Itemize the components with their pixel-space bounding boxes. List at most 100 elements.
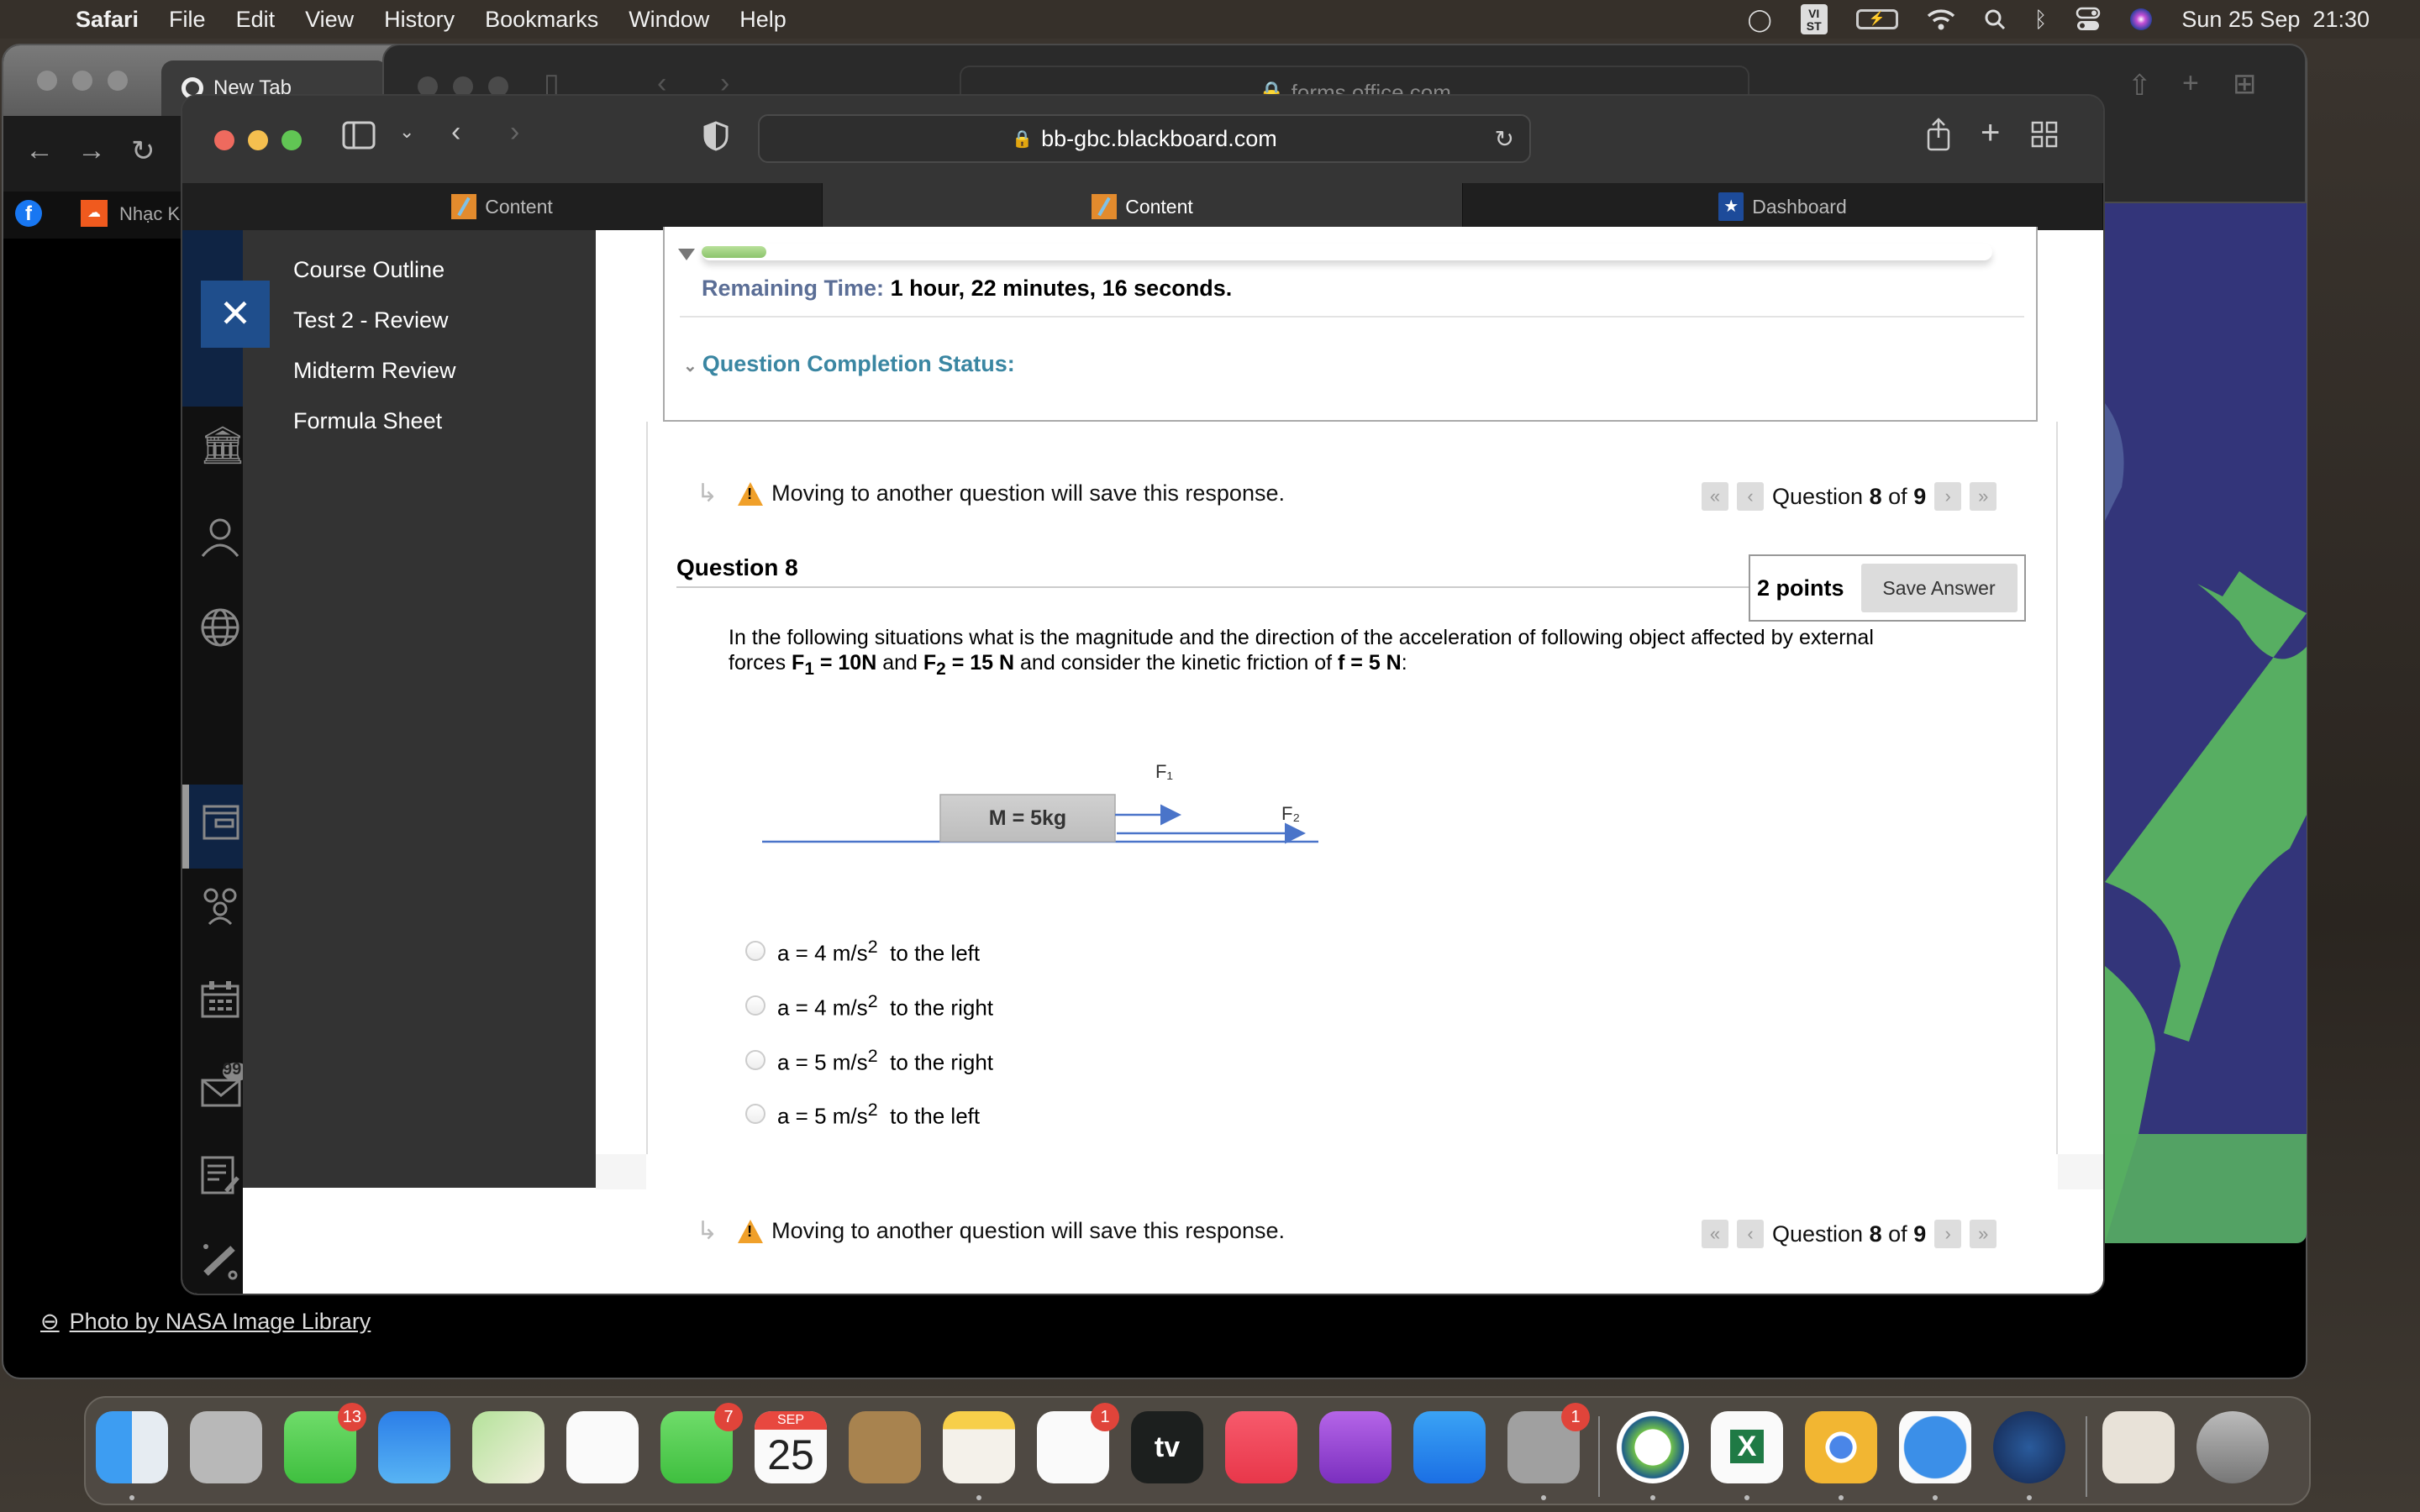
tab-overview-icon[interactable] — [2031, 121, 2058, 155]
dock-document-icon[interactable] — [2102, 1411, 2175, 1483]
next-question-button[interactable]: › — [1934, 482, 1962, 511]
collapse-triangle-icon[interactable] — [678, 249, 695, 260]
menu-help[interactable]: Help — [724, 7, 802, 33]
dock-contacts-icon[interactable] — [849, 1411, 921, 1483]
dock-app-store-icon[interactable] — [1413, 1411, 1486, 1483]
radio-button[interactable] — [745, 995, 765, 1016]
sidebar-chevron-icon[interactable]: ⌄ — [399, 121, 414, 143]
dock-webex-icon[interactable] — [1617, 1411, 1689, 1483]
dock-mail-icon[interactable] — [378, 1411, 450, 1483]
reload-icon[interactable]: ↻ — [1495, 125, 1514, 153]
menu-item-test-2-review[interactable]: Test 2 - Review — [293, 307, 449, 333]
tools-icon[interactable] — [199, 1238, 250, 1289]
radio-button[interactable] — [745, 1050, 765, 1071]
soundcloud-bookmark-icon[interactable]: ☁ — [81, 200, 108, 227]
dock-reminders-icon[interactable]: 1 — [1037, 1403, 1119, 1483]
globe-icon[interactable] — [199, 606, 250, 658]
previous-question-button[interactable]: ‹ — [1737, 482, 1764, 511]
dock-maps-icon[interactable] — [472, 1411, 544, 1483]
sidebar-toggle-icon[interactable] — [342, 121, 376, 157]
bookmark-label[interactable]: Nhạc K — [119, 203, 180, 225]
answer-option-3[interactable]: a = 5 m/s2 to the right — [745, 1045, 993, 1076]
share-icon[interactable] — [1926, 118, 1951, 159]
answer-option-4[interactable]: a = 5 m/s2 to the left — [745, 1099, 980, 1130]
dock-steam-icon[interactable] — [1993, 1411, 2065, 1483]
tab-overview-icon[interactable]: ⊞ — [2233, 67, 2257, 101]
close-menu-button[interactable]: ✕ — [201, 281, 270, 348]
bluetooth-icon[interactable]: ᛒ — [2034, 7, 2048, 33]
next-question-button[interactable]: › — [1934, 1220, 1962, 1248]
clock[interactable]: Sun 25 Sep 21:30 — [2181, 7, 2370, 33]
minimize-button[interactable] — [72, 71, 92, 91]
messages-icon[interactable]: 99 — [199, 1060, 250, 1118]
radio-button[interactable] — [745, 1104, 765, 1125]
dock-launchpad-icon[interactable] — [190, 1411, 262, 1483]
dock-calendar-icon[interactable]: SEP 25 — [755, 1411, 827, 1483]
forward-icon[interactable]: › — [510, 116, 519, 149]
menu-edit[interactable]: Edit — [221, 7, 291, 33]
first-question-button[interactable]: « — [1702, 1220, 1728, 1248]
dock-notes-icon[interactable] — [943, 1411, 1015, 1483]
dock-chrome-icon[interactable] — [1805, 1411, 1877, 1483]
battery-icon[interactable]: ⚡ — [1855, 9, 1898, 29]
previous-question-button[interactable]: ‹ — [1737, 1220, 1764, 1248]
back-arrow-icon[interactable]: ← — [25, 134, 54, 167]
zoom-button[interactable] — [108, 71, 128, 91]
share-icon[interactable]: ⇧ — [2128, 69, 2152, 102]
facebook-bookmark-icon[interactable]: f — [15, 200, 42, 227]
menu-app-name[interactable]: Safari — [60, 7, 154, 33]
forward-arrow-icon[interactable]: → — [77, 134, 106, 167]
grades-icon[interactable] — [199, 1154, 250, 1205]
dock-music-icon[interactable] — [1225, 1411, 1297, 1483]
first-question-button[interactable]: « — [1702, 482, 1728, 511]
menu-bookmarks[interactable]: Bookmarks — [470, 7, 613, 33]
question-completion-status-toggle[interactable]: ⌄ Question Completion Status: — [683, 351, 1015, 377]
reload-icon[interactable]: ↻ — [131, 134, 155, 168]
input-source-icon[interactable]: VI ST — [1800, 4, 1828, 34]
photo-credit-text[interactable]: Photo by NASA Image Library — [70, 1309, 371, 1335]
dock-excel-icon[interactable]: X — [1711, 1411, 1783, 1483]
wifi-icon[interactable] — [1927, 8, 1955, 31]
spotlight-search-icon[interactable] — [1984, 8, 2006, 30]
minimize-window-button[interactable] — [248, 130, 268, 150]
menu-item-formula-sheet[interactable]: Formula Sheet — [293, 408, 442, 434]
dock-podcasts-icon[interactable] — [1319, 1411, 1392, 1483]
save-answer-button[interactable]: Save Answer — [1860, 564, 2018, 612]
last-question-button[interactable]: » — [1970, 482, 1997, 511]
tab-content-2[interactable]: Content — [823, 183, 1463, 230]
groups-icon[interactable] — [199, 885, 250, 937]
siri-icon[interactable] — [2129, 8, 2153, 31]
close-button[interactable] — [37, 71, 57, 91]
courses-icon[interactable] — [199, 801, 250, 853]
dock-facetime-icon[interactable]: 7 — [660, 1403, 743, 1483]
control-center-icon[interactable] — [2075, 7, 2101, 32]
privacy-shield-icon[interactable] — [703, 121, 729, 159]
menu-view[interactable]: View — [290, 7, 369, 33]
close-window-button[interactable] — [214, 130, 234, 150]
calendar-icon[interactable] — [199, 978, 250, 1029]
dock-trash-icon[interactable] — [2196, 1411, 2269, 1483]
zoom-window-button[interactable] — [281, 130, 302, 150]
menu-item-course-outline[interactable]: Course Outline — [293, 257, 445, 283]
last-question-button[interactable]: » — [1970, 1220, 1997, 1248]
webex-status-icon[interactable]: ◯ — [1748, 7, 1772, 33]
tab-content-1[interactable]: Content — [182, 183, 823, 230]
dock-messages-icon[interactable]: 13 — [284, 1403, 366, 1483]
menu-history[interactable]: History — [369, 7, 470, 33]
dock-finder-icon[interactable] — [96, 1411, 168, 1483]
photo-credit-link[interactable]: ⊖ Photo by NASA Image Library — [40, 1309, 371, 1335]
answer-option-2[interactable]: a = 4 m/s2 to the right — [745, 990, 993, 1021]
dock-safari-icon[interactable] — [1899, 1411, 1971, 1483]
back-icon[interactable]: ‹ — [451, 116, 460, 149]
dock-tv-icon[interactable]: tv — [1131, 1411, 1203, 1483]
institution-icon[interactable]: 🏛 — [199, 423, 250, 467]
menu-file[interactable]: File — [154, 7, 221, 33]
tab-dashboard[interactable]: ★ Dashboard — [1463, 183, 2103, 230]
answer-option-1[interactable]: a = 4 m/s2 to the left — [745, 936, 980, 967]
menu-item-midterm-review[interactable]: Midterm Review — [293, 358, 456, 384]
profile-icon[interactable] — [199, 516, 250, 567]
new-tab-icon[interactable]: + — [1981, 114, 2000, 152]
dock-system-preferences-icon[interactable]: 1 — [1507, 1403, 1590, 1483]
address-bar[interactable]: 🔒 bb-gbc.blackboard.com ↻ — [758, 114, 1531, 163]
dock-photos-icon[interactable] — [566, 1411, 639, 1483]
